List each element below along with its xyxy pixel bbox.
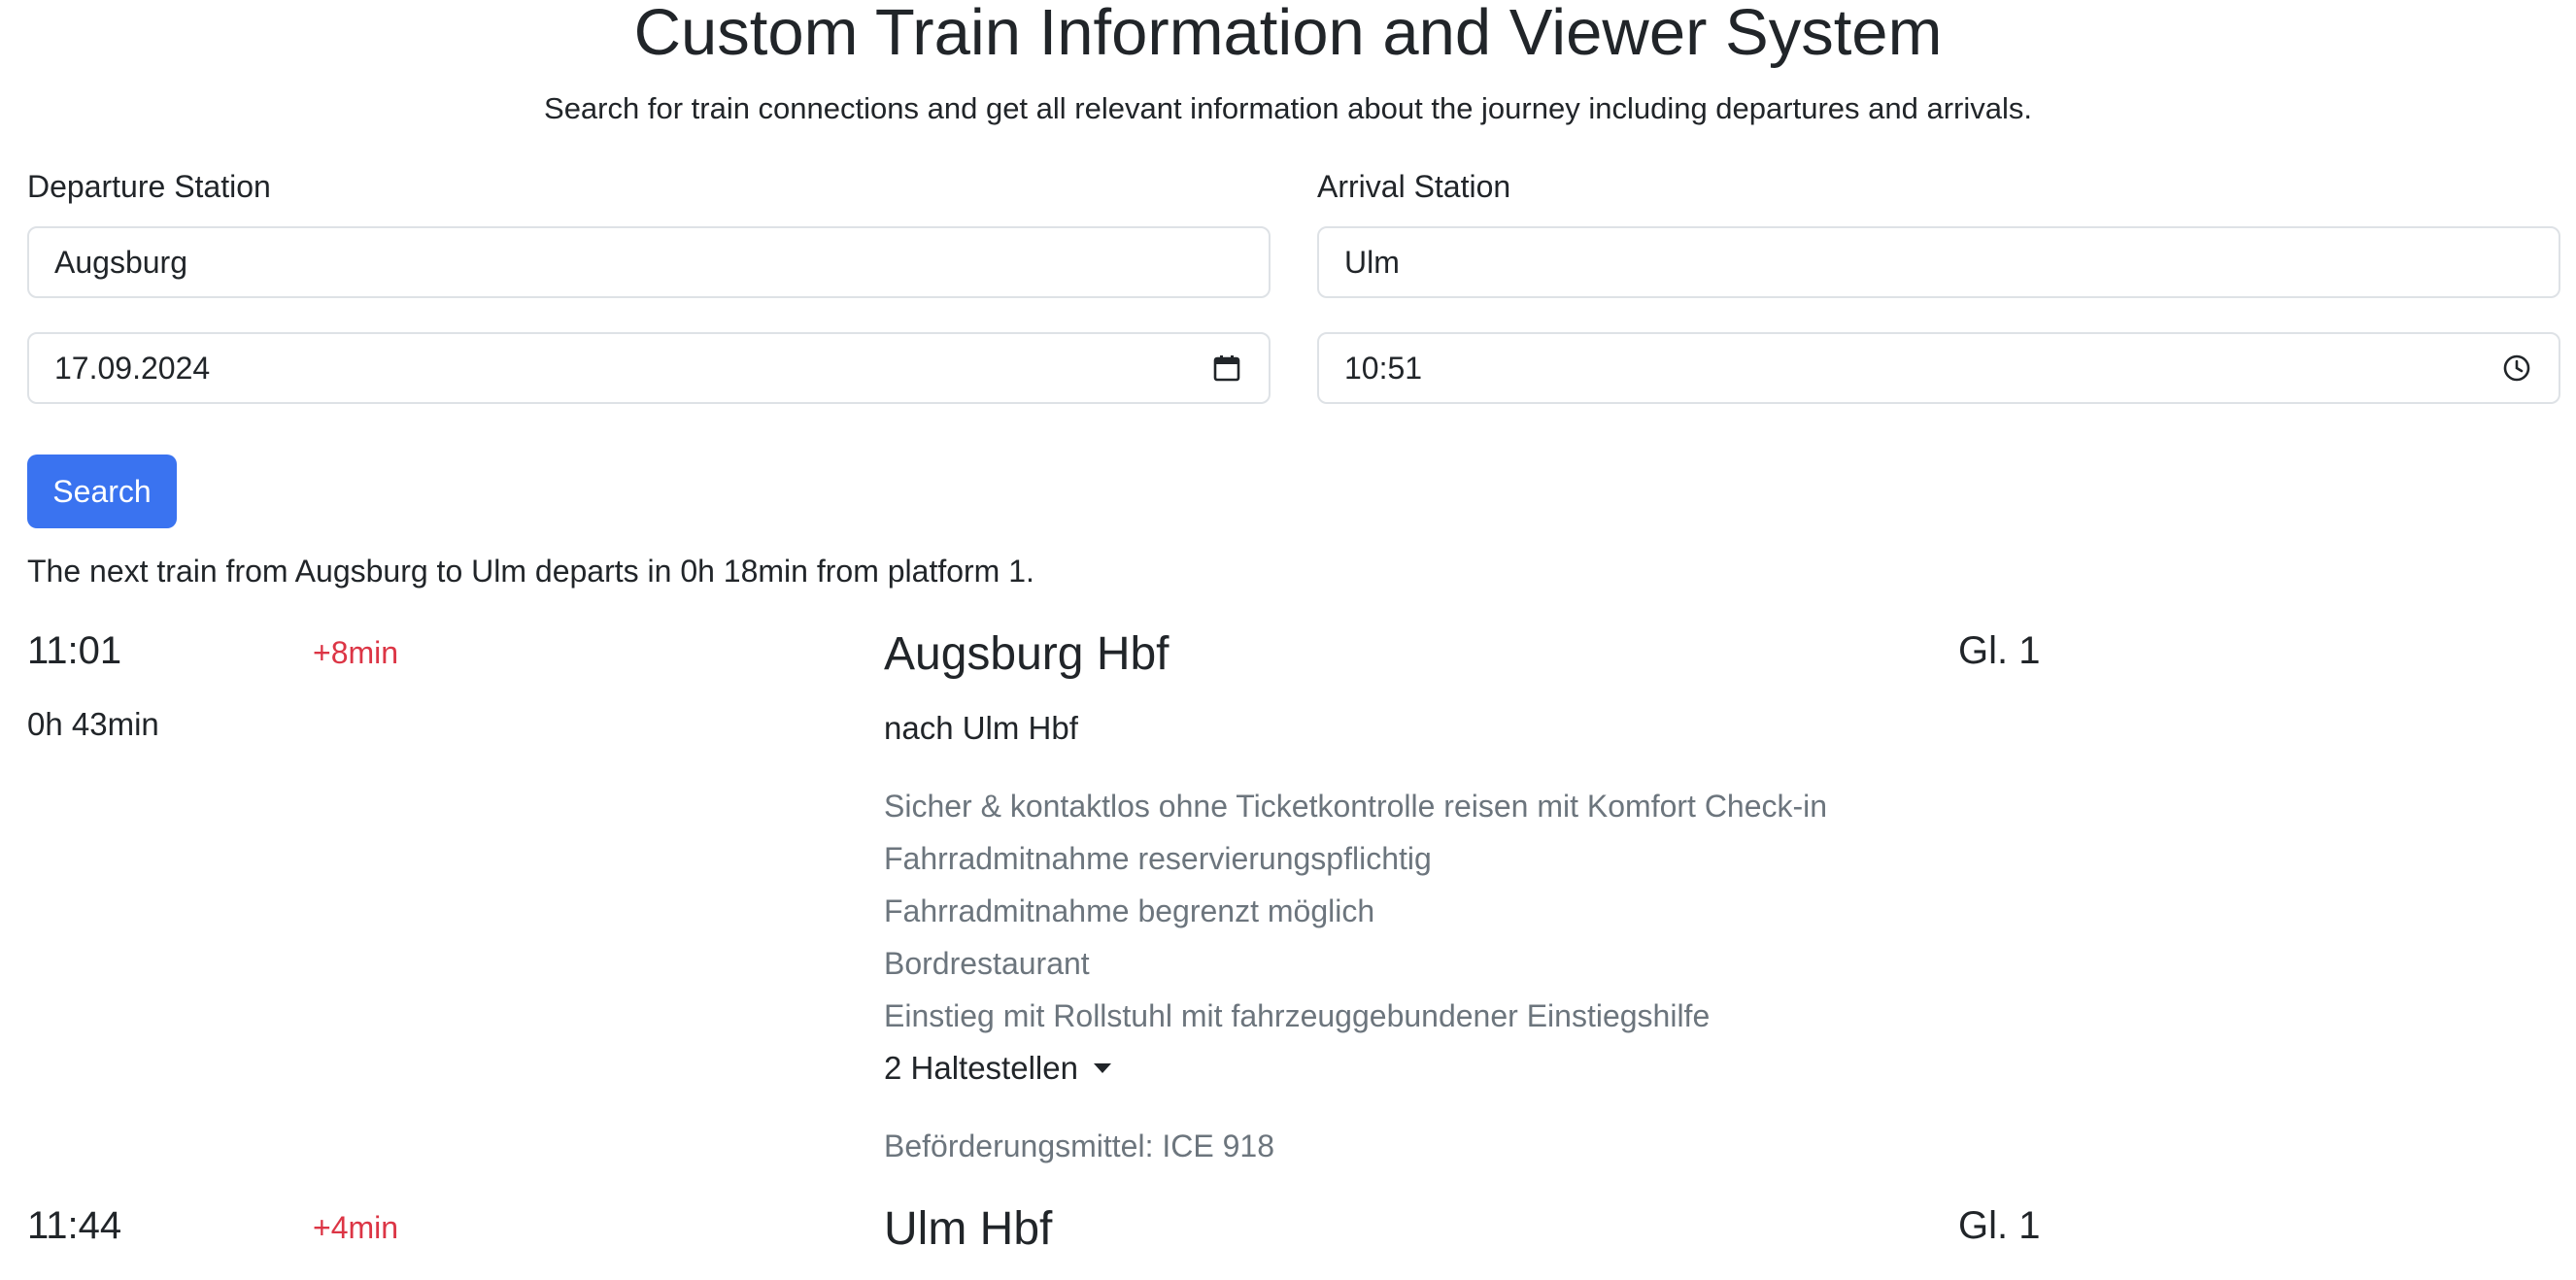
time-input[interactable]: 10:51	[1317, 332, 2560, 404]
departure-delay: +8min	[313, 635, 399, 670]
departure-input[interactable]: Augsburg	[27, 226, 1271, 298]
train-info-item: Sicher & kontaktlos ohne Ticketkontrolle…	[884, 789, 1828, 824]
arrival-platform: Gl. 1	[1958, 1204, 2041, 1247]
stops-dropdown-toggle[interactable]: 2 Haltestellen	[884, 1049, 1111, 1088]
date-input-value: 17.09.2024	[54, 350, 211, 386]
departure-time: 11:01	[27, 629, 122, 672]
train-info-item: Einstieg mit Rollstuhl mit fahrzeuggebun…	[884, 998, 1711, 1033]
departure-platform: Gl. 1	[1958, 629, 2041, 672]
arrival-label: Arrival Station	[1317, 169, 1511, 204]
caret-down-icon	[1093, 1063, 1111, 1073]
train-info-item: Bordrestaurant	[884, 946, 1090, 981]
train-info-item: Fahrradmitnahme begrenzt möglich	[884, 893, 1375, 928]
time-input-value: 10:51	[1344, 350, 1423, 386]
calendar-icon[interactable]	[1210, 352, 1243, 385]
next-train-summary: The next train from Augsburg to Ulm depa…	[27, 554, 1034, 589]
date-input[interactable]: 17.09.2024	[27, 332, 1271, 404]
page-title: Custom Train Information and Viewer Syst…	[633, 0, 1943, 69]
search-button[interactable]: Search	[27, 455, 177, 528]
destination-label: nach Ulm Hbf	[884, 710, 1078, 746]
journey-duration: 0h 43min	[27, 706, 159, 742]
train-info-item: Fahrradmitnahme reservierungspflichtig	[884, 841, 1432, 876]
arrival-delay: +4min	[313, 1210, 399, 1245]
departure-station: Augsburg Hbf	[884, 628, 1169, 680]
departure-input-value: Augsburg	[54, 244, 187, 280]
clock-icon[interactable]	[2500, 352, 2533, 385]
stops-label: 2 Haltestellen	[884, 1050, 1078, 1086]
departure-label: Departure Station	[27, 169, 271, 204]
arrival-time: 11:44	[27, 1204, 122, 1247]
arrival-station: Ulm Hbf	[884, 1203, 1053, 1255]
page-subtitle: Search for train connections and get all…	[544, 91, 2032, 125]
transport-info: Beförderungsmittel: ICE 918	[884, 1128, 1274, 1163]
arrival-input[interactable]: Ulm	[1317, 226, 2560, 298]
arrival-input-value: Ulm	[1344, 244, 1400, 280]
